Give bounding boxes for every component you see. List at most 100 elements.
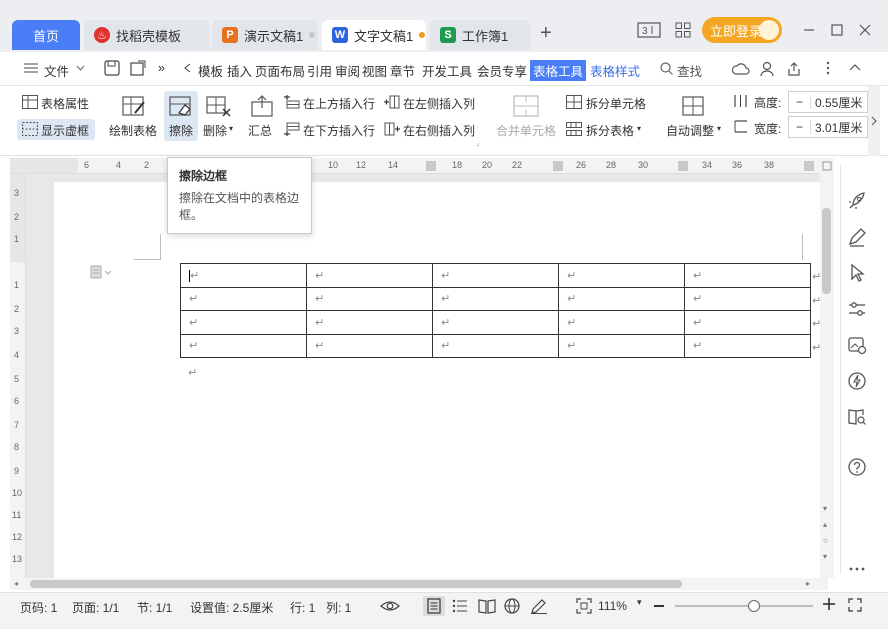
vertical-ruler[interactable]: 3 2 1 1 2 3 4 5 6 7 8 9 10 11 12 13 xyxy=(10,174,26,578)
prev-page-icon[interactable]: ▴ xyxy=(823,520,827,529)
lightning-icon[interactable] xyxy=(846,370,868,392)
cursor-select-icon[interactable] xyxy=(846,262,868,284)
table-cell[interactable]: ↵ xyxy=(684,263,811,288)
draw-table-button[interactable]: 绘制表格 xyxy=(109,122,157,139)
horizontal-scroll-thumb[interactable] xyxy=(30,580,682,588)
minimize-icon[interactable] xyxy=(796,18,822,42)
fullscreen-icon[interactable] xyxy=(848,598,862,612)
menu-templates[interactable]: 模板 xyxy=(198,61,223,80)
width-decrement-button[interactable]: − xyxy=(789,120,811,134)
pen-icon[interactable] xyxy=(846,226,868,248)
table-cell[interactable]: ↵ xyxy=(684,333,811,358)
table-cell[interactable]: ↵ xyxy=(432,333,559,358)
table-cell[interactable]: ↵ xyxy=(558,263,685,288)
split-cells-button[interactable]: 拆分单元格 xyxy=(586,95,646,112)
book-search-icon[interactable] xyxy=(846,406,868,428)
scroll-right-icon[interactable]: ▸ xyxy=(806,579,810,588)
tab-home[interactable]: 首页 xyxy=(12,20,80,50)
collapse-ribbon-icon[interactable] xyxy=(849,63,861,71)
auto-fit-caret[interactable]: ▾ xyxy=(717,124,721,133)
fit-page-icon[interactable] xyxy=(576,598,592,614)
table-cell[interactable]: ↵ xyxy=(306,333,433,358)
table-cell[interactable]: ↵ xyxy=(180,333,307,358)
insert-col-left-button[interactable]: 在左侧插入列 xyxy=(403,95,475,112)
table-row[interactable]: ↵ ↵ ↵ ↵ ↵ xyxy=(180,333,811,358)
status-row[interactable]: 行: 1 xyxy=(290,599,315,616)
table-handle-icon[interactable] xyxy=(90,265,114,279)
document-page[interactable]: ↵ ↵ ↵ ↵ ↵ ↵ ↵ ↵ ↵ ↵ ↵ ↵ ↵ ↵ ↵ ↵ ↵ ↵ ↵ ↵ ↵ ↵ ↵ ↵ ↵ xyxy=(54,182,820,578)
tab-spreadsheet[interactable]: S 工作簿1 xyxy=(430,20,530,50)
new-tab-button[interactable]: + xyxy=(540,22,552,45)
column-marker[interactable] xyxy=(804,161,814,171)
menu-page-layout[interactable]: 页面布局 xyxy=(255,61,305,80)
table-cell[interactable]: ↵ xyxy=(180,286,307,311)
menu-developer[interactable]: 开发工具 xyxy=(422,61,472,80)
more-horizontal-icon[interactable] xyxy=(846,564,868,586)
menu-file[interactable]: 文件 xyxy=(44,61,69,80)
column-marker[interactable] xyxy=(426,161,436,171)
next-page-icon[interactable]: ▾ xyxy=(823,552,827,561)
select-browse-icon[interactable]: ○ xyxy=(823,536,828,545)
chevron-left-icon[interactable] xyxy=(184,63,191,73)
zoom-slider[interactable] xyxy=(675,600,813,612)
menu-chapters[interactable]: 章节 xyxy=(390,61,415,80)
table-properties-button[interactable]: 表格属性 xyxy=(41,95,89,112)
erase-button[interactable]: 擦除 xyxy=(169,122,193,139)
view-count-icon[interactable]: 3 xyxy=(636,18,662,42)
page-view-icon[interactable] xyxy=(427,598,441,614)
table-cell[interactable]: ↵ xyxy=(432,310,559,335)
table-cell[interactable]: ↵ xyxy=(180,310,307,335)
tab-presentation[interactable]: P 演示文稿1 xyxy=(212,20,318,50)
delete-button[interactable]: 删除 xyxy=(203,122,227,139)
auto-fit-button[interactable]: 自动调整 xyxy=(666,122,714,139)
table-cell[interactable]: ↵ xyxy=(684,286,811,311)
writing-mode-icon[interactable] xyxy=(530,598,548,614)
eye-protection-icon[interactable] xyxy=(380,598,400,614)
status-pages[interactable]: 页面: 1/1 xyxy=(72,599,119,616)
menu-table-style[interactable]: 表格样式 xyxy=(590,61,640,80)
table-cell[interactable]: ↵ xyxy=(306,286,433,311)
zoom-dropdown-caret[interactable]: ▾ xyxy=(637,597,642,608)
table-row[interactable]: ↵ ↵ ↵ ↵ ↵ xyxy=(180,286,811,311)
table-cell[interactable]: ↵ xyxy=(432,286,559,311)
insert-col-right-button[interactable]: 在右侧插入列 xyxy=(403,122,475,139)
horizontal-scrollbar[interactable]: ◂ ▸ xyxy=(10,578,828,590)
chevron-down-icon[interactable] xyxy=(76,65,85,71)
zoom-out-button[interactable] xyxy=(654,605,664,607)
insert-row-below-button[interactable]: 在下方插入行 xyxy=(303,122,375,139)
tab-document[interactable]: W 文字文稿1 xyxy=(322,20,426,50)
show-gridlines-button[interactable]: 显示虚框 xyxy=(41,122,89,139)
scroll-down-icon[interactable]: ▾ xyxy=(823,504,827,513)
more-vertical-icon[interactable] xyxy=(826,61,830,75)
search-label[interactable]: 查找 xyxy=(677,61,702,80)
table-row[interactable]: ↵ ↵ ↵ ↵ ↵ xyxy=(180,310,811,335)
help-icon[interactable] xyxy=(846,456,868,478)
table-cell[interactable]: ↵ xyxy=(180,263,307,288)
width-input[interactable]: − 3.01厘米 xyxy=(788,116,868,138)
status-setting[interactable]: 设置值: 2.5厘米 xyxy=(190,599,273,616)
insert-row-above-button[interactable]: 在上方插入行 xyxy=(303,95,375,112)
document-table[interactable]: ↵ ↵ ↵ ↵ ↵ ↵ ↵ ↵ ↵ ↵ ↵ ↵ ↵ ↵ ↵ ↵ ↵ ↵ ↵ ↵ xyxy=(180,263,811,358)
hamburger-icon[interactable] xyxy=(24,62,38,74)
cloud-sync-icon[interactable] xyxy=(732,61,750,77)
summary-button[interactable]: 汇总 xyxy=(248,122,272,139)
table-cell[interactable]: ↵ xyxy=(558,286,685,311)
menu-references[interactable]: 引用 xyxy=(307,61,332,80)
search-icon[interactable] xyxy=(660,62,673,75)
share-user-icon[interactable] xyxy=(760,61,776,77)
close-icon[interactable] xyxy=(852,18,878,42)
rocket-icon[interactable] xyxy=(846,190,868,212)
tab-templates[interactable]: ♨ 找稻壳模板 xyxy=(84,20,210,50)
menu-insert[interactable]: 插入 xyxy=(227,61,252,80)
vertical-scroll-thumb[interactable] xyxy=(822,208,831,294)
image-settings-icon[interactable] xyxy=(846,334,868,356)
group-expand-icon[interactable]: ⌟ xyxy=(476,138,480,147)
upload-icon[interactable] xyxy=(786,61,802,77)
reading-mode-icon[interactable] xyxy=(478,598,496,614)
table-row[interactable]: ↵ ↵ ↵ ↵ ↵ xyxy=(180,263,811,288)
table-cell[interactable]: ↵ xyxy=(306,263,433,288)
zoom-slider-thumb[interactable] xyxy=(747,600,760,612)
save-icon[interactable] xyxy=(104,60,120,76)
split-table-button[interactable]: 拆分表格 xyxy=(586,122,634,139)
adjust-settings-icon[interactable] xyxy=(846,298,868,320)
